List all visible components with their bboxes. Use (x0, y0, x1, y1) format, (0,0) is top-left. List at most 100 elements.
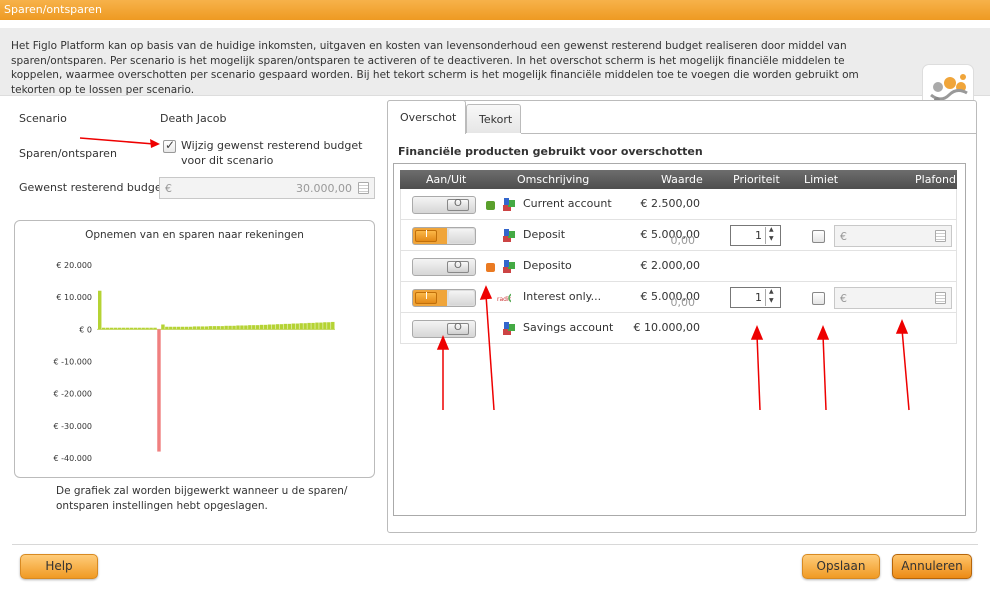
chart-bar (184, 326, 189, 330)
chart-bar (323, 322, 327, 330)
chart-bar (113, 327, 118, 330)
chart-panel: Opnemen van en sparen naar rekeningen € … (14, 220, 375, 478)
chart-bar (232, 325, 236, 330)
chart-bar (200, 326, 205, 330)
chart-bar (236, 325, 240, 330)
tab-tekort-label: Tekort (479, 113, 513, 126)
window-title: Sparen/ontsparen (4, 3, 102, 16)
chart-bar (244, 325, 248, 330)
chart-bar (129, 327, 134, 330)
chart-bar (98, 290, 102, 330)
wijzig-budget-label: Wijzig gewenst resterend budget voor dit… (181, 139, 363, 167)
help-button[interactable]: Help (20, 554, 98, 579)
footer-divider (12, 544, 978, 545)
chart-bar (208, 326, 213, 330)
chart-bar (133, 327, 137, 330)
chart-bar (117, 327, 122, 330)
chart-bar (271, 324, 276, 330)
chart-bar (299, 323, 303, 330)
bank-product-icon (503, 198, 515, 211)
chart-bar (216, 326, 220, 330)
chart-bar (149, 327, 153, 330)
chart-bar (157, 329, 161, 452)
chart-bar (173, 326, 177, 330)
chart-bar (165, 326, 169, 330)
on-off-toggle[interactable] (412, 258, 476, 276)
product-name: Deposito (523, 259, 572, 272)
plafond-value: 0,00 (670, 234, 696, 247)
calculator-icon[interactable] (358, 182, 369, 194)
chart-bar (141, 327, 145, 330)
chart-bar (263, 324, 268, 330)
tab-overschot-label: Overschot (400, 111, 457, 124)
table-row: Deposit€ 5.000,001€0,00 (400, 220, 957, 251)
chart-bar (224, 325, 228, 330)
plafond-currency: € (840, 230, 847, 243)
chart-bar (248, 325, 252, 330)
chart-bar (188, 326, 193, 330)
chart-bar (125, 327, 130, 330)
chart-bar (204, 326, 209, 330)
save-button[interactable]: Opslaan (802, 554, 880, 579)
cancel-button[interactable]: Annuleren (892, 554, 972, 579)
tab-overschot[interactable]: Overschot (387, 100, 466, 134)
chart-bar (121, 327, 126, 330)
col-plafond: Plafond (915, 173, 956, 186)
calculator-icon[interactable] (935, 292, 946, 304)
tab-divider (521, 133, 977, 134)
priority-stepper[interactable]: 1 (730, 225, 781, 246)
chart-bar (315, 322, 319, 330)
chart-bar (228, 325, 232, 330)
priority-value: 1 (755, 229, 762, 242)
chart-bar (267, 324, 272, 330)
product-value: € 2.000,00 (640, 259, 700, 272)
chart-bar (137, 327, 141, 330)
spinner-arrows-icon[interactable] (765, 226, 779, 244)
y-tick-label: € -20.000 (53, 390, 92, 399)
chart-bar (105, 327, 110, 330)
calculator-icon[interactable] (935, 230, 946, 242)
chart-bar (180, 326, 185, 330)
chart-bar (240, 325, 244, 330)
chart-bar (311, 322, 315, 330)
product-value: € 2.500,00 (640, 197, 700, 210)
chart-bar (256, 325, 260, 330)
limit-checkbox[interactable] (812, 230, 825, 243)
table-row: Deposito € 2.000,00 (400, 251, 957, 282)
budget-input[interactable]: € 30.000,00 (159, 177, 375, 199)
col-waarde: Waarde (661, 173, 703, 186)
y-tick-label: € -40.000 (53, 454, 92, 463)
budget-label: Gewenst resterend budget (19, 181, 166, 194)
col-prioriteit: Prioriteit (733, 173, 780, 186)
chart-bar (283, 323, 288, 330)
tab-tekort[interactable]: Tekort (466, 104, 521, 133)
chart-bar (212, 326, 216, 330)
budget-currency: € (165, 182, 172, 195)
wijzig-budget-checkbox[interactable] (163, 138, 176, 153)
section-title: Financiële producten gebruikt voor overs… (398, 145, 703, 158)
plafond-input[interactable]: €0,00 (671, 225, 952, 247)
chart-bar (109, 327, 114, 330)
scenario-value: Death Jacob (160, 112, 227, 125)
bank-product-icon (503, 229, 515, 242)
y-tick-label: € 0 (79, 325, 92, 334)
annotation-arrow (79, 137, 160, 148)
y-tick-label: € 10.000 (56, 293, 92, 302)
y-tick-label: € -30.000 (53, 422, 92, 431)
status-indicator-icon (486, 263, 495, 272)
info-text: Het Figlo Platform kan op basis van de h… (11, 40, 859, 96)
table-header: Aan/Uit Omschrijving Waarde Prioriteit L… (400, 170, 957, 189)
col-omschrijving: Omschrijving (517, 173, 590, 186)
chart-bar (101, 327, 106, 330)
chart-bar (192, 326, 197, 330)
chart-bar (145, 327, 149, 330)
chart-bar (287, 323, 292, 330)
chart-bar (319, 322, 323, 330)
chart-bar (307, 322, 311, 330)
chart-bar (169, 326, 173, 330)
on-off-toggle[interactable] (412, 196, 476, 214)
sparen-label: Sparen/ontsparen (19, 147, 117, 160)
on-off-toggle[interactable] (412, 227, 476, 245)
y-tick-label: € -10.000 (53, 358, 92, 367)
chart-bar (220, 326, 224, 330)
